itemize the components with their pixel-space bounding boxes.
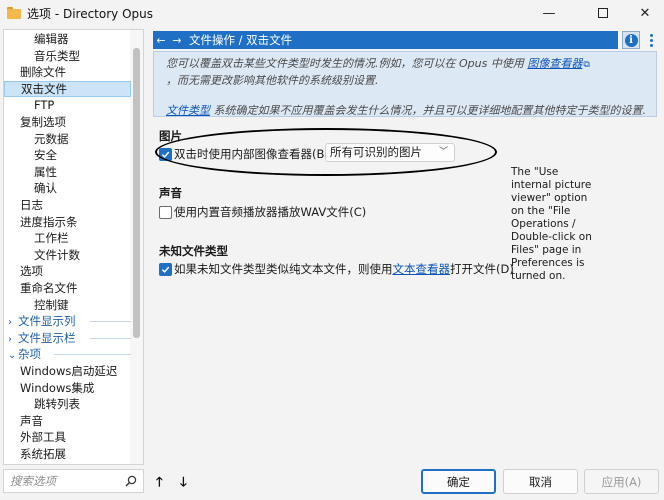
sidebar-item[interactable]: 选项 (4, 263, 131, 280)
sidebar-item[interactable]: 属性 (4, 164, 131, 181)
sidebar-item[interactable]: 日志 (4, 197, 131, 214)
sidebar-item[interactable]: 安全 (4, 147, 131, 164)
sidebar-item-label: FTP (34, 98, 55, 113)
sidebar-item-label: 外部工具 (20, 430, 66, 445)
sidebar-item[interactable]: 确认 (4, 180, 131, 197)
annotation-note: The "Use internal picture viewer" option… (511, 166, 592, 282)
options-tree[interactable]: 编辑器音乐类型删除文件 双击文件 FTP 复制选项元数据安全 属性确认日志进度指示条工作… (3, 29, 144, 465)
sidebar-item[interactable]: 删除文件 (4, 64, 131, 81)
sidebar-item-label: 进度指示条 (20, 214, 78, 229)
folder-icon (7, 6, 21, 20)
sidebar-item[interactable]: 编辑器 (4, 31, 131, 48)
apply-button[interactable]: 应用(A) (584, 469, 659, 494)
sidebar-item-label: 确认 (34, 181, 57, 196)
ok-button[interactable]: 确定 (421, 469, 496, 494)
external-link-icon: ⧉ (583, 60, 590, 70)
sidebar-item-label: 双击文件 (21, 81, 67, 96)
move-up-button[interactable]: 🡑 (156, 473, 163, 495)
info-button[interactable]: i (622, 31, 640, 49)
sidebar-item-label: 跳转列表 (34, 397, 80, 412)
file-types-link[interactable]: 文件类型 (166, 104, 210, 117)
sidebar-item-label: 选项 (20, 264, 43, 279)
sidebar-item-label: 安全 (34, 148, 57, 163)
sidebar-item[interactable]: 系统拓展 (4, 446, 131, 463)
text-viewer-checkbox[interactable] (159, 262, 172, 276)
text-viewer-label-suffix: 打开文件(D) (450, 262, 514, 276)
text-viewer-checkbox-row[interactable]: 如果未知文件类型类似纯文本文件，则使用 文本查看器 打开文件(D) (159, 261, 514, 277)
sidebar-item-label: Windows集成 (20, 380, 95, 395)
sidebar-item-label: 日志 (20, 198, 43, 212)
cancel-button[interactable]: 取消 (503, 469, 578, 494)
move-down-button[interactable]: 🡓 (180, 473, 187, 495)
sidebar-item[interactable]: 音乐类型 (4, 48, 131, 65)
sidebar-item-label: 复制选项 (20, 115, 66, 129)
sidebar-item[interactable]: 复制选项 (4, 114, 131, 131)
group-divider (54, 354, 131, 356)
minimize-button[interactable]: — (526, 0, 572, 26)
breadcrumb-text: 文件操作 / 双击文件 (189, 33, 293, 47)
section-title-sound: 声音 (159, 186, 182, 200)
sidebar-item-label: Windows启动延迟 (20, 364, 118, 378)
sidebar-item[interactable]: 元数据 (4, 131, 131, 148)
sidebar-item-label: 编辑器 (34, 32, 69, 46)
section-title-unknown: 未知文件类型 (159, 244, 228, 258)
breadcrumb: ← → 文件操作 / 双击文件 (153, 31, 618, 49)
search-input[interactable] (4, 474, 116, 488)
menu-dot-icon (649, 38, 653, 42)
sidebar-item[interactable]: Windows启动延迟 (4, 363, 131, 380)
tree-scrollbar[interactable] (130, 30, 143, 464)
wav-player-checkbox[interactable] (159, 205, 172, 219)
wav-player-label: 使用内置音频播放器播放WAV文件(C) (174, 205, 367, 219)
highlight-ellipse (155, 128, 497, 176)
sidebar-item[interactable]: 进度指示条 (4, 214, 131, 231)
desc-line2: ，而无需更改影响其他软件的系统级别设置. (166, 74, 379, 87)
sidebar-item-label: 文件显示列 (18, 314, 76, 329)
info-icon: i (624, 33, 638, 47)
sidebar-item-label: 文件显示栏 (18, 330, 76, 345)
image-viewer-link[interactable]: 图像查看器 (527, 57, 582, 70)
sidebar-item-label: 元数据 (34, 131, 69, 146)
search-icon[interactable] (125, 475, 137, 487)
text-viewer-label-prefix: 如果未知文件类型类似纯文本文件，则使用 (174, 262, 393, 276)
sidebar-item[interactable]: 文件计数 (4, 247, 131, 264)
checkmark-icon (161, 266, 170, 273)
maximize-icon (598, 8, 608, 18)
sidebar-item[interactable]: Windows集成 (4, 380, 131, 397)
sidebar-item[interactable]: 控制键 (4, 297, 131, 314)
forward-icon[interactable]: → (169, 34, 185, 47)
search-box[interactable] (3, 469, 144, 493)
text-viewer-link[interactable]: 文本查看器 (393, 261, 451, 277)
tree-scroll-thumb[interactable] (133, 48, 140, 338)
sidebar-item[interactable]: FTP (4, 97, 131, 114)
window-title: 选项 - Directory Opus (27, 6, 154, 21)
menu-dot-icon (649, 43, 653, 47)
sidebar-item-label: 删除文件 (20, 65, 66, 80)
sidebar-item-label: 杂项 (18, 347, 41, 362)
menu-dot-icon (649, 33, 653, 37)
sidebar-item[interactable]: 外部工具 (4, 429, 131, 446)
more-menu-button[interactable] (643, 31, 659, 49)
sidebar-item[interactable]: 双击文件 (4, 80, 131, 98)
desc-line3: 系统确定如果不应用覆盖会发生什么情况，并且可以更详细地配置其他特定于类型的设置. (210, 104, 646, 117)
sidebar-item-label: 工作栏 (34, 231, 69, 246)
sidebar-item[interactable]: 工作栏 (4, 230, 131, 247)
sidebar-item[interactable]: 重命名文件 (4, 280, 131, 297)
group-divider (90, 337, 131, 339)
page-description: 您可以覆盖双击某些文件类型时发生的情况.例如，您可以在 Opus 中使用 图像查… (153, 51, 657, 117)
sidebar-item[interactable]: 跳转列表 (4, 396, 131, 413)
sidebar-item-label: 控制键 (34, 297, 69, 312)
group-divider (90, 321, 131, 323)
desc-line1: 您可以覆盖双击某些文件类型时发生的情况.例如，您可以在 Opus 中使用 (166, 57, 528, 70)
sidebar-item-label: 声音 (20, 413, 43, 428)
wav-player-checkbox-row[interactable]: 使用内置音频播放器播放WAV文件(C) (159, 204, 366, 220)
sidebar-item-label: 文件计数 (34, 247, 80, 262)
close-button[interactable]: ✕ (626, 0, 664, 26)
maximize-button[interactable] (580, 0, 626, 26)
sidebar-item-label: 系统拓展 (20, 447, 66, 461)
sidebar-item[interactable]: 声音 (4, 413, 131, 430)
sidebar-item-label: 属性 (34, 164, 57, 179)
sidebar-item-label: 重命名文件 (20, 281, 78, 295)
sidebar-item-label: 音乐类型 (34, 48, 80, 63)
back-icon[interactable]: ← (153, 34, 169, 47)
